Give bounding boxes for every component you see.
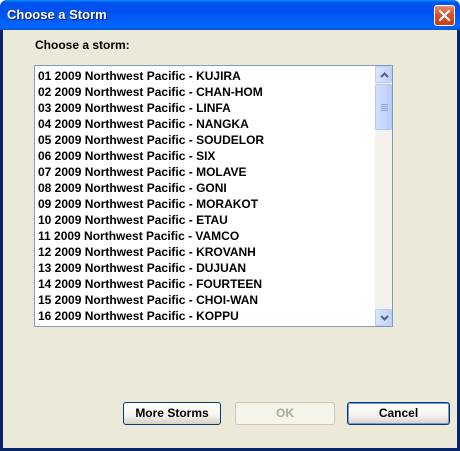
choose-storm-label: Choose a storm: xyxy=(35,38,130,52)
list-item[interactable]: 09 2009 Northwest Pacific - MORAKOT xyxy=(38,196,258,212)
list-item[interactable]: 12 2009 Northwest Pacific - KROVANH xyxy=(38,244,256,260)
scroll-down-arrow-icon xyxy=(380,315,389,321)
list-item[interactable]: 05 2009 Northwest Pacific - SOUDELOR xyxy=(38,132,264,148)
window-title: Choose a Storm xyxy=(7,7,107,22)
dialog-body: Choose a storm: 01 2009 Northwest Pacifi… xyxy=(3,30,457,448)
scroll-up-button[interactable] xyxy=(375,66,392,83)
list-item[interactable]: 11 2009 Northwest Pacific - VAMCO xyxy=(38,228,239,244)
cancel-button[interactable]: Cancel xyxy=(347,402,450,425)
thumb-grip-line xyxy=(381,108,388,109)
close-button[interactable] xyxy=(434,5,455,26)
list-item[interactable]: 13 2009 Northwest Pacific - DUJUAN xyxy=(38,260,246,276)
close-icon xyxy=(438,9,451,22)
thumb-grip-line xyxy=(381,110,388,111)
thumb-grip-line xyxy=(381,106,388,107)
ok-button[interactable]: OK xyxy=(235,402,335,425)
list-item[interactable]: 10 2009 Northwest Pacific - ETAU xyxy=(38,212,228,228)
list-item[interactable]: 16 2009 Northwest Pacific - KOPPU xyxy=(38,308,239,324)
list-item[interactable]: 06 2009 Northwest Pacific - SIX xyxy=(38,148,215,164)
scroll-down-button[interactable] xyxy=(375,309,392,326)
list-item[interactable]: 02 2009 Northwest Pacific - CHAN-HOM xyxy=(38,84,263,100)
list-item[interactable]: 07 2009 Northwest Pacific - MOLAVE xyxy=(38,164,247,180)
list-item[interactable]: 15 2009 Northwest Pacific - CHOI-WAN xyxy=(38,292,258,308)
list-item[interactable]: 14 2009 Northwest Pacific - FOURTEEN xyxy=(38,276,262,292)
list-item[interactable]: 08 2009 Northwest Pacific - GONI xyxy=(38,180,227,196)
scrollbar-thumb[interactable] xyxy=(375,84,392,130)
thumb-grip-line xyxy=(381,104,388,105)
storm-listbox[interactable]: 01 2009 Northwest Pacific - KUJIRA 02 20… xyxy=(34,65,393,327)
list-item[interactable]: 01 2009 Northwest Pacific - KUJIRA xyxy=(38,68,241,84)
title-bar[interactable]: Choose a Storm xyxy=(0,0,460,30)
vertical-scrollbar[interactable] xyxy=(375,66,392,326)
list-item[interactable]: 03 2009 Northwest Pacific - LINFA xyxy=(38,100,231,116)
more-storms-button[interactable]: More Storms xyxy=(123,402,221,425)
dialog-window: Choose a Storm Choose a storm: 01 2009 N… xyxy=(0,0,460,451)
list-item[interactable]: 04 2009 Northwest Pacific - NANGKA xyxy=(38,116,249,132)
scroll-up-arrow-icon xyxy=(380,72,389,78)
